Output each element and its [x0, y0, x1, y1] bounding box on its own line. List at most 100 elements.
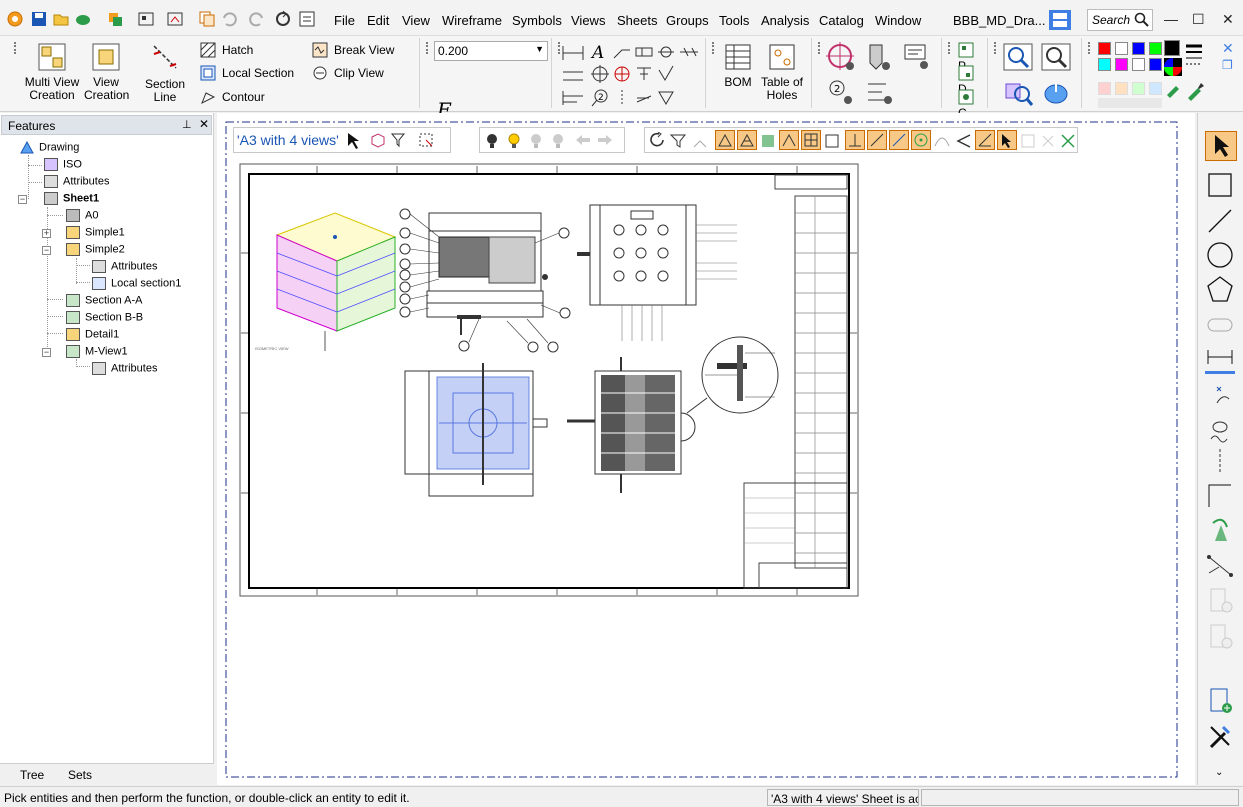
color-swatch-blue[interactable] — [1132, 42, 1145, 55]
corner-tool-icon[interactable] — [1205, 481, 1237, 511]
zoom-3d-icon[interactable] — [1002, 78, 1034, 111]
tree-node-section-b-b[interactable]: Section B-B — [66, 311, 143, 324]
linear-dimension-icon[interactable] — [560, 42, 586, 67]
snap-curve-icon[interactable] — [933, 132, 951, 153]
panel-close-icon[interactable]: ✕ — [199, 117, 209, 131]
grip-handle[interactable] — [426, 42, 430, 54]
close-button[interactable]: ✕ — [1222, 11, 1234, 28]
tolerance-icon[interactable] — [634, 42, 654, 65]
snap-select-icon[interactable] — [997, 130, 1017, 150]
tree-node-attributes[interactable]: Attributes — [44, 175, 109, 188]
add-view-icon[interactable] — [1205, 621, 1237, 651]
rectangle-tool-icon[interactable] — [1205, 171, 1237, 201]
snap-settings-icon[interactable] — [1059, 132, 1077, 153]
arrange-analysis-icon[interactable] — [864, 78, 894, 111]
arrow-left-icon[interactable] — [574, 132, 592, 151]
select-arrow-icon[interactable] — [346, 131, 362, 152]
menu-file[interactable]: File — [334, 13, 355, 28]
color-swatch-magenta[interactable] — [1115, 58, 1128, 71]
menu-views[interactable]: Views — [571, 13, 605, 28]
chain-dimension-icon[interactable] — [560, 66, 586, 89]
tools-icon[interactable] — [1205, 721, 1237, 751]
tree-node-section-a-a[interactable]: Section A-A — [66, 294, 142, 307]
tree-node-attributes-3[interactable]: Attributes — [92, 362, 157, 375]
snap-box-icon[interactable] — [1019, 132, 1037, 153]
paint-brush-icon[interactable] — [1184, 80, 1204, 105]
contour-button[interactable]: Contour — [200, 89, 265, 107]
copy-icon[interactable] — [198, 10, 216, 28]
snap-nearest-icon[interactable] — [889, 130, 909, 150]
snap-grid-icon[interactable] — [759, 132, 777, 153]
connect-tool-icon[interactable] — [1205, 551, 1237, 581]
color-swatch-white-2[interactable] — [1132, 58, 1145, 71]
section-line-button[interactable]: Section Line — [132, 42, 198, 104]
datum-icon[interactable] — [656, 42, 676, 65]
eyedropper-icon[interactable] — [1164, 80, 1182, 101]
properties-icon[interactable] — [298, 10, 316, 28]
bulb-on-icon[interactable] — [506, 132, 522, 153]
target-analysis-icon[interactable] — [826, 42, 856, 75]
grip-handle[interactable] — [994, 42, 998, 54]
balloon-icon[interactable]: 2 — [590, 88, 610, 111]
grip-handle[interactable] — [1088, 42, 1092, 54]
hatch-button[interactable]: Hatch — [200, 42, 253, 60]
tree-node-local-section1[interactable]: Local section1 — [92, 277, 181, 290]
zoom-all-icon[interactable] — [1002, 42, 1034, 75]
color-swatch-light-orange[interactable] — [1115, 82, 1128, 95]
snap-circle-icon[interactable] — [911, 130, 931, 150]
cube-select-icon[interactable] — [370, 132, 386, 151]
ribbon-close-icon[interactable]: ✕ — [1222, 40, 1234, 57]
ribbon-toggle-icon[interactable] — [1048, 9, 1072, 31]
select-tool-icon[interactable] — [1205, 131, 1237, 161]
cutting-plane-icon[interactable] — [634, 88, 654, 111]
centerline-tool-icon[interactable] — [1205, 447, 1237, 477]
arrow-right-icon[interactable] — [596, 132, 614, 151]
color-swatch-white[interactable] — [1115, 42, 1128, 55]
drawing-canvas[interactable]: ISOMETRIC VIEW 'A3 with 4 views' — [217, 113, 1195, 785]
tab-sets[interactable]: Sets — [68, 768, 92, 782]
menu-sheets[interactable]: Sheets — [617, 13, 657, 28]
dimension-value-input[interactable]: 0.200 ▼ — [434, 41, 548, 61]
snap-angle-icon[interactable] — [955, 132, 973, 153]
partial-button-c[interactable]: C — [958, 89, 987, 120]
dimension-tool-icon[interactable] — [1205, 345, 1237, 375]
expand-icon[interactable]: + — [42, 229, 51, 238]
bulb-settings-icon[interactable] — [550, 132, 566, 153]
color-swatch-red[interactable] — [1098, 42, 1111, 55]
weld-icon[interactable] — [634, 64, 654, 87]
search-icon[interactable] — [1134, 12, 1150, 28]
bom-button[interactable]: BOM — [718, 42, 758, 89]
break-view-button[interactable]: Break View — [312, 42, 394, 60]
tree-node-a0[interactable]: A0 — [66, 209, 98, 222]
tag-analysis-icon[interactable] — [864, 42, 894, 75]
text-icon[interactable]: A — [590, 42, 610, 65]
new-sheet-icon[interactable] — [1205, 685, 1237, 715]
baseline-dimension-icon[interactable] — [560, 88, 586, 111]
slot-tool-icon[interactable] — [1205, 311, 1237, 341]
menu-groups[interactable]: Groups — [666, 13, 709, 28]
roughness-icon[interactable] — [656, 64, 676, 87]
tree-node-iso[interactable]: ISO — [44, 158, 82, 171]
display-options-icon[interactable] — [166, 10, 184, 28]
polygon-tool-icon[interactable] — [1205, 275, 1237, 305]
axis-icon[interactable] — [678, 42, 700, 65]
filter-icon[interactable] — [390, 132, 410, 151]
pin-icon[interactable]: ⊥ — [182, 118, 192, 131]
rotate-view-icon[interactable] — [1040, 78, 1072, 111]
line-tool-icon[interactable] — [1205, 207, 1237, 237]
tree-node-detail1[interactable]: Detail1 — [66, 328, 119, 341]
color-swatch-light-green[interactable] — [1132, 82, 1145, 95]
clip-view-button[interactable]: Clip View — [312, 65, 384, 83]
collapse-icon[interactable]: − — [42, 246, 51, 255]
menu-window[interactable]: Window — [875, 13, 921, 28]
app-logo-icon[interactable] — [6, 10, 24, 28]
snap-perpendicular-icon[interactable] — [845, 130, 865, 150]
layers-icon[interactable] — [106, 10, 124, 28]
undo-icon[interactable] — [220, 10, 238, 28]
tree-node-attributes-2[interactable]: Attributes — [92, 260, 157, 273]
snap-end-icon[interactable] — [715, 130, 735, 150]
bulb-off-icon[interactable] — [528, 132, 544, 153]
menu-analysis[interactable]: Analysis — [761, 13, 809, 28]
grip-handle[interactable] — [818, 42, 822, 54]
ribbon-restore-icon[interactable]: ❐ — [1222, 58, 1233, 72]
